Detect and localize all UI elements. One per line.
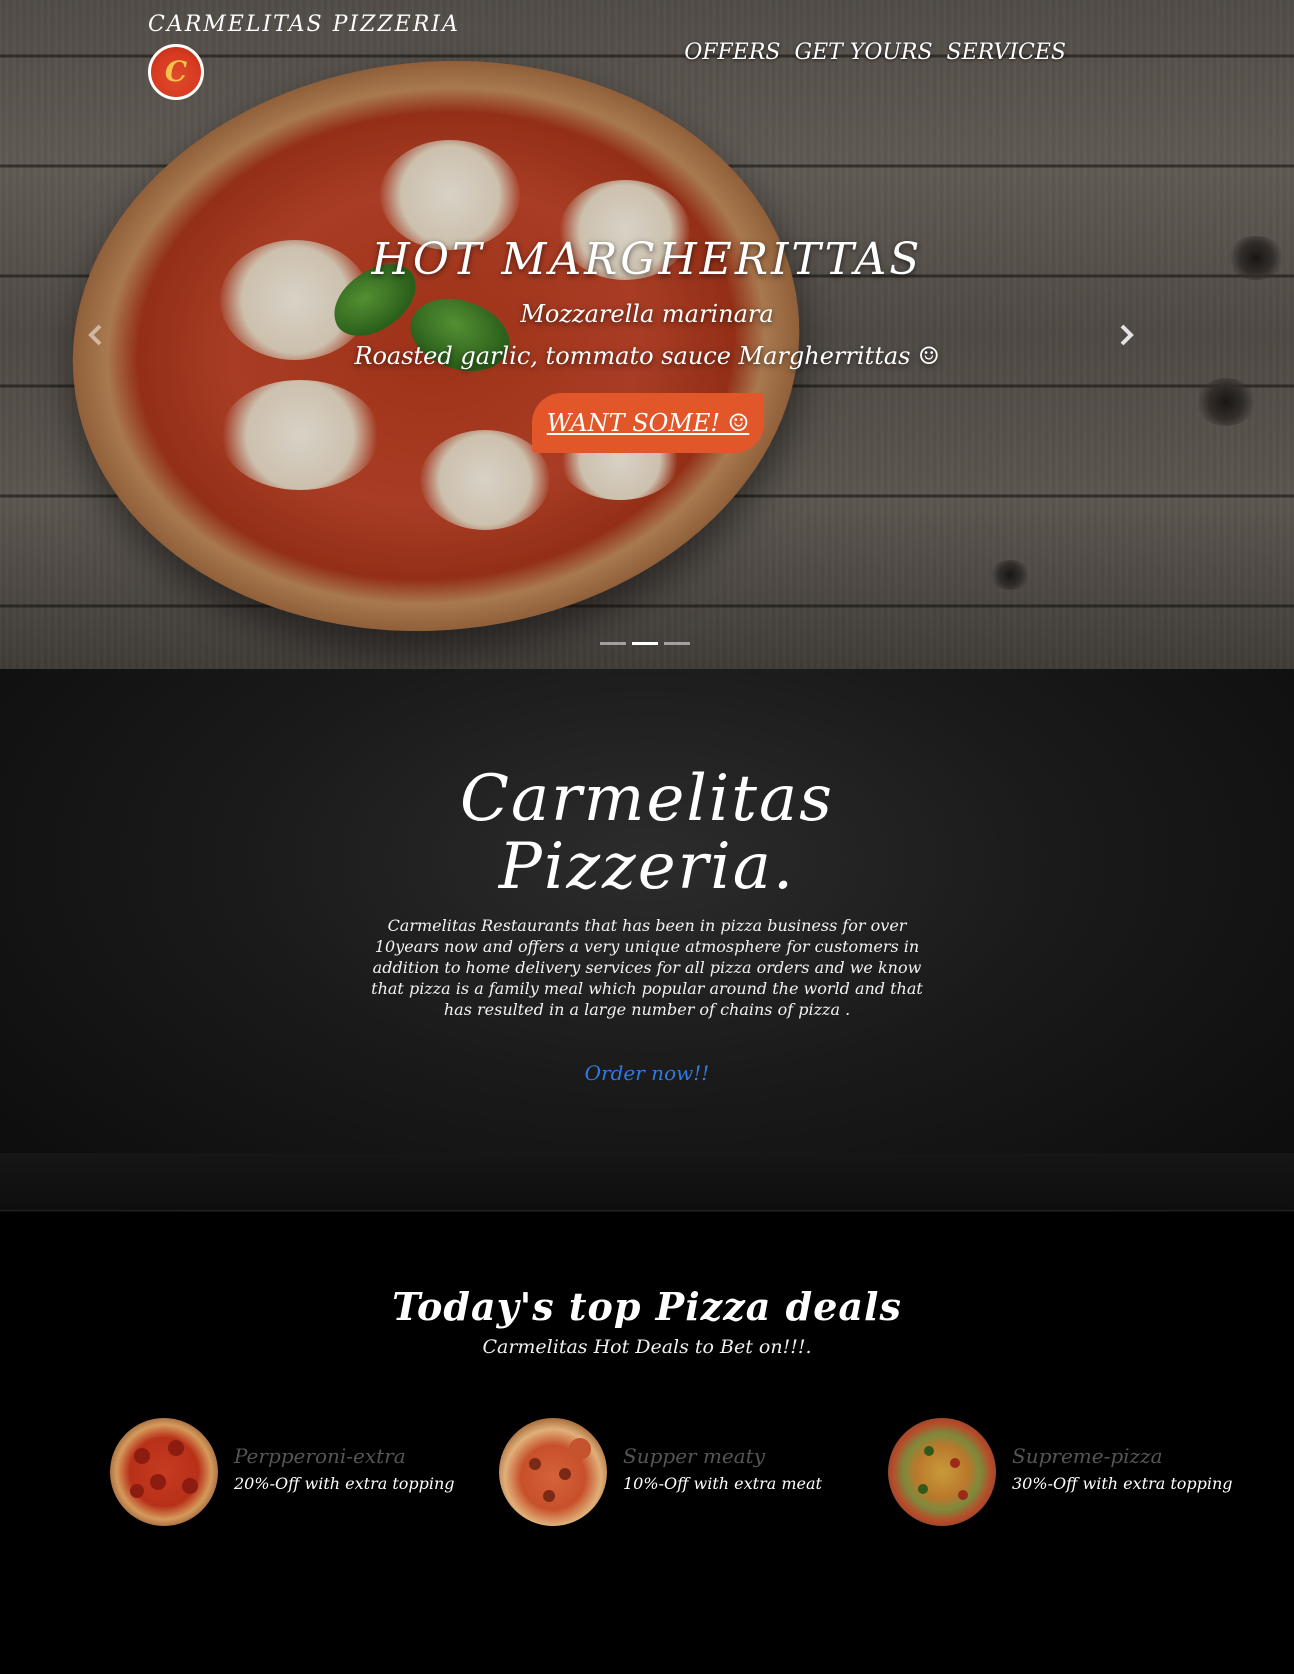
brand-logo[interactable]: C [148,44,204,100]
deal-item[interactable]: Supreme-pizza 30%-Off with extra topping [888,1418,1248,1528]
about-title: Carmelitas Pizzeria. [0,765,1294,901]
hero-subtitle: Mozzarella marinara [520,300,774,328]
deals-title: Today's top Pizza deals [392,1284,902,1329]
nav-services[interactable]: SERVICES [947,40,1066,65]
deal-description: 10%-Off with extra meat [623,1474,822,1493]
carousel-indicator-2[interactable] [632,642,658,645]
carousel-indicator-1[interactable] [600,642,626,645]
deals-subtitle: Carmelitas Hot Deals to Bet on!!!. [482,1336,812,1358]
supreme-pizza-image [888,1418,996,1526]
deal-item[interactable]: Supper meaty 10%-Off with extra meat [499,1418,839,1528]
hero-description: Roasted garlic, tommato sauce Margherrit… [354,342,940,370]
carousel-indicator-3[interactable] [664,642,690,645]
order-now-link[interactable]: Order now!! [0,1061,1294,1085]
logo-letter: C [164,55,188,88]
nav-get-yours[interactable]: GET YOURS [795,40,933,65]
deal-name: Supper meaty [623,1444,766,1468]
main-nav: OFFERS GET YOURS SERVICES [684,40,1066,65]
deal-name: Perpperoni-extra [234,1444,406,1468]
brand-name[interactable]: CARMELITAS PIZZERIA [148,12,460,37]
deal-description: 30%-Off with extra topping [1012,1474,1233,1493]
about-section: Carmelitas Pizzeria. Carmelitas Restaura… [0,669,1294,1212]
chevron-right-icon[interactable] [1118,320,1134,353]
hero-title: HOT MARGHERITTAS [371,234,923,285]
deal-name: Supreme-pizza [1012,1444,1163,1468]
about-title-line1: Carmelitas [460,762,834,836]
nav-offers[interactable]: OFFERS [684,40,780,65]
pepperoni-pizza-image [110,1418,218,1526]
deal-item[interactable]: Perpperoni-extra 20%-Off with extra topp… [110,1418,455,1528]
chevron-left-icon[interactable] [88,320,104,353]
carousel-indicators [600,642,690,645]
meaty-pizza-image [499,1418,607,1526]
about-title-line2: Pizzeria. [498,830,796,904]
section-divider [0,1153,1294,1211]
about-text: Carmelitas Restaurants that has been in … [371,916,923,1019]
hero-overlay [0,0,1294,669]
deals-section: Today's top Pizza deals Carmelitas Hot D… [0,1212,1294,1674]
deal-description: 20%-Off with extra topping [234,1474,455,1493]
want-some-button[interactable]: WANT SOME! ☺ [532,393,764,453]
hero-carousel: CARMELITAS PIZZERIA C OFFERS GET YOURS S… [0,0,1294,669]
